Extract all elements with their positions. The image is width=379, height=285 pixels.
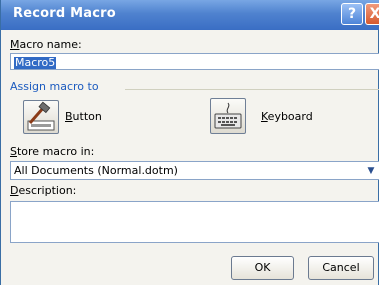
help-icon: ? [347,6,357,22]
store-macro-in-value: All Documents (Normal.dotm) [14,164,178,177]
macro-name-label: Macro name: [10,38,82,51]
help-button[interactable]: ? [341,3,363,25]
assign-macro-to-label: Assign macro to [10,80,99,93]
dialog-title: Record Macro [13,6,116,21]
title-bar: Record Macro ? X [1,0,379,30]
assign-keyboard-option[interactable] [210,98,246,134]
store-macro-in-label: Store macro in: [10,145,95,158]
close-icon: X [369,6,379,22]
macro-name-value: Macro5 [14,56,57,69]
description-label: Description: [10,184,77,197]
ok-button[interactable]: OK [231,256,294,280]
close-button[interactable]: X [365,3,379,25]
assign-button-option[interactable] [23,100,59,134]
keyboard-option-label: Keyboard [261,110,313,123]
chevron-down-icon[interactable]: ▼ [363,162,379,179]
keyboard-icon [214,102,242,129]
description-textarea[interactable] [10,201,379,243]
macro-name-input[interactable]: Macro5 [10,53,379,70]
button-option-label: Button [65,110,102,123]
hammer-button-icon [27,101,55,131]
store-macro-in-select[interactable]: All Documents (Normal.dotm) ▼ [10,161,379,180]
group-divider [125,89,379,90]
record-macro-dialog: Record Macro ? X Macro name: Macro5 Assi… [0,0,379,285]
cancel-button[interactable]: Cancel [308,256,374,280]
